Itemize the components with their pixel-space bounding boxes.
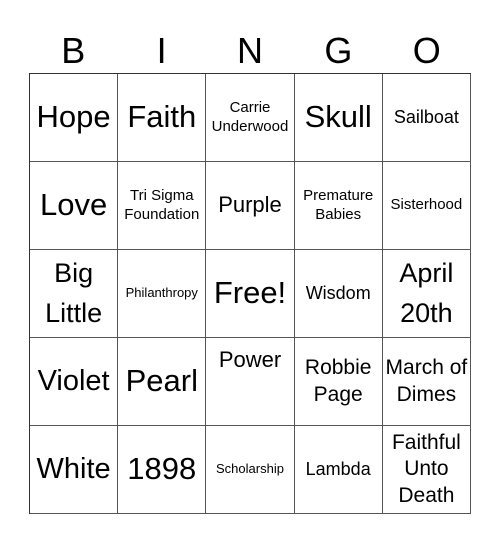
header-letter-i: I	[156, 30, 167, 71]
bingo-grid: Hope Faith Carrie Underwood Skull Sailboat Lo…	[29, 73, 471, 514]
bingo-cell-text: Philanthropy	[125, 285, 198, 301]
bingo-cell-text: Lambda	[305, 458, 371, 479]
bingo-cell[interactable]: Faith	[118, 74, 207, 162]
bingo-cell[interactable]: Free!	[206, 250, 295, 338]
bingo-cell-text: Violet	[37, 364, 110, 397]
bingo-cell[interactable]: Sailboat	[382, 74, 471, 162]
bingo-cell-text: Love	[39, 187, 108, 223]
bingo-cell-text: March of Dimes	[385, 356, 468, 406]
bingo-cell[interactable]: Philanthropy	[118, 250, 207, 338]
bingo-cell[interactable]: Tri Sigma Foundation	[118, 162, 207, 250]
bingo-cell[interactable]: Big Little	[30, 250, 119, 338]
bingo-cell[interactable]: 1898	[118, 426, 207, 514]
bingo-cell[interactable]: Love	[30, 162, 119, 250]
bingo-cell[interactable]: March of Dimes	[382, 338, 471, 426]
bingo-cell[interactable]: Lambda	[294, 426, 383, 514]
bingo-cell[interactable]: Wisdom	[294, 250, 383, 338]
bingo-cell-text: Hope	[36, 99, 111, 135]
header-letter-o: O	[412, 30, 441, 71]
bingo-cell[interactable]: Sisterhood	[382, 162, 471, 250]
bingo-cell[interactable]: Carrie Underwood	[206, 74, 295, 162]
header-letter-g: G	[324, 30, 353, 71]
bingo-cell[interactable]: White	[30, 426, 119, 514]
bingo-cell[interactable]: Faithful Unto Death	[382, 426, 471, 514]
bingo-cell-text: Skull	[304, 99, 372, 135]
bingo-cell-text: Wisdom	[305, 282, 371, 303]
bingo-cell[interactable]: Hope	[30, 74, 119, 162]
bingo-header: B I N G O	[29, 28, 471, 74]
bingo-cell-text: Pearl	[125, 363, 198, 399]
bingo-cell-text: Purple	[218, 192, 282, 218]
bingo-cell-text: Carrie Underwood	[211, 98, 289, 135]
bingo-cell[interactable]: April 20th	[382, 250, 471, 338]
bingo-cell-text: Scholarship	[216, 461, 284, 477]
bingo-cell[interactable]: Skull	[294, 74, 383, 162]
bingo-cell-text: Premature Babies	[303, 186, 374, 223]
bingo-cell-text: Power	[218, 347, 282, 372]
bingo-cell-text: Robbie Page	[304, 356, 372, 406]
bingo-cell[interactable]: Robbie Page	[294, 338, 383, 426]
bingo-cell-text: Faithful Unto Death	[391, 431, 461, 507]
bingo-cell[interactable]: Scholarship	[206, 426, 295, 514]
header-letter-n: N	[236, 30, 263, 71]
bingo-cell-text: Faith	[127, 99, 197, 135]
bingo-cell-text: 1898	[127, 451, 197, 487]
bingo-cell-text: White	[36, 452, 111, 485]
bingo-cell[interactable]: Power	[206, 338, 295, 426]
bingo-cell[interactable]: Violet	[30, 338, 119, 426]
bingo-cell-text: Sailboat	[393, 106, 459, 127]
bingo-cell[interactable]: Pearl	[118, 338, 207, 426]
bingo-cell-text: April 20th	[399, 258, 454, 328]
bingo-cell[interactable]: Premature Babies	[294, 162, 383, 250]
bingo-cell[interactable]: Purple	[206, 162, 295, 250]
bingo-cell-text: Free!	[213, 275, 287, 311]
bingo-cell-text: Big Little	[45, 258, 103, 328]
header-letter-b: B	[61, 30, 86, 71]
bingo-cell-text: Sisterhood	[390, 196, 463, 214]
bingo-cell-text: Tri Sigma Foundation	[124, 186, 200, 223]
